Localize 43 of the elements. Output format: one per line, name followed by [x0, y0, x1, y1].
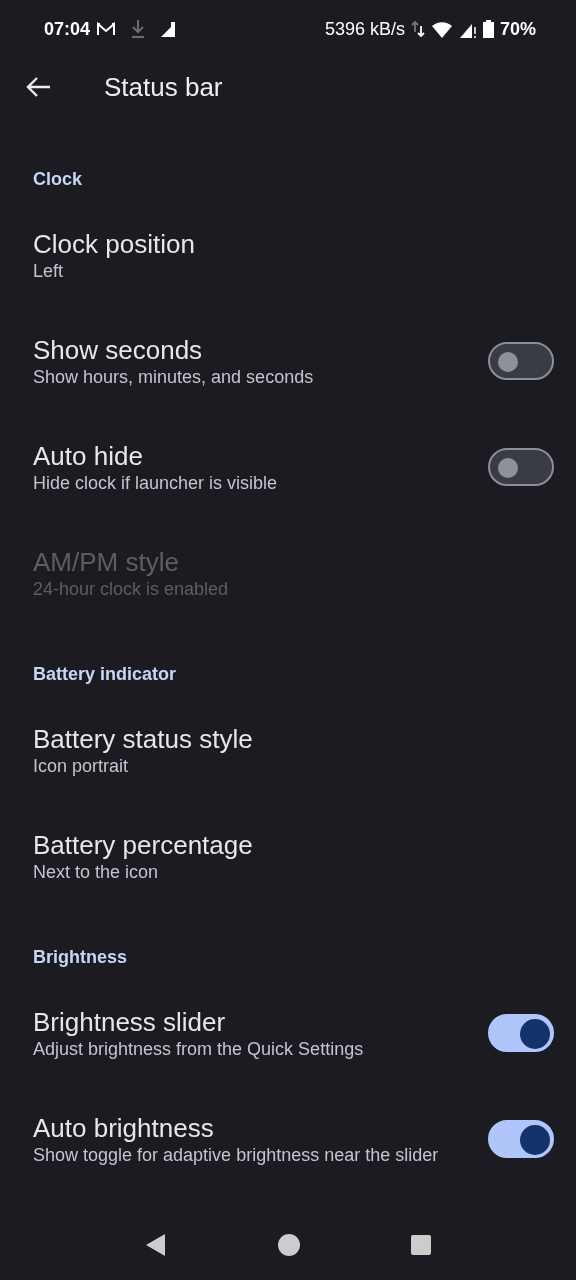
item-title: Show seconds [33, 334, 204, 366]
item-summary: Icon portrait [33, 755, 130, 777]
settings-item[interactable]: Battery percentage Next to the icon [0, 803, 576, 909]
item-summary: Show toggle for adaptive brightness near the slider [33, 1144, 440, 1166]
item-title: Auto brightness [33, 1112, 215, 1144]
home-icon[interactable] [277, 1233, 301, 1257]
settings-item[interactable]: Brightness slider Adjust brightness from the Quick Settings [0, 980, 576, 1086]
toggle-switch[interactable] [488, 342, 554, 380]
item-summary: 24-hour clock is enabled [33, 578, 230, 600]
settings-item[interactable]: Show seconds Show hours, minutes, and seconds [0, 308, 576, 414]
section-header: Clock [32, 168, 84, 191]
battery-icon [482, 20, 494, 38]
battery-percentage: 70% [499, 18, 536, 40]
network-speed: 5396 kB/s [324, 18, 405, 40]
toggle-switch[interactable] [488, 1014, 554, 1052]
item-summary: Next to the icon [33, 861, 160, 883]
section-header: Brightness [32, 946, 129, 969]
settings-item[interactable]: Battery status style Icon portrait [0, 697, 576, 803]
settings-item[interactable]: Auto brightness Show toggle for adaptive brightness near the slider [0, 1086, 576, 1192]
back-arrow-icon[interactable] [26, 76, 52, 98]
section-header: Battery indicator [32, 663, 178, 686]
toggle-switch[interactable] [488, 448, 554, 486]
item-title: Clock position [33, 228, 196, 260]
page-title: Status bar [104, 71, 223, 103]
signal-icon [160, 20, 177, 38]
clock-time: 07:04 [44, 18, 91, 40]
item-summary: Show hours, minutes, and seconds [33, 366, 315, 388]
wifi-icon [430, 20, 453, 38]
settings-item[interactable]: Auto hide Hide clock if launcher is visible [0, 414, 576, 520]
toggle-switch[interactable] [488, 1120, 554, 1158]
back-icon[interactable] [145, 1233, 167, 1257]
item-title: Brightness slider [33, 1006, 227, 1038]
data-arrows-icon [410, 20, 425, 38]
item-summary: Left [33, 260, 65, 282]
download-icon [130, 19, 147, 39]
item-title: Battery percentage [33, 829, 254, 861]
item-summary: Adjust brightness from the Quick Settings [33, 1038, 365, 1060]
item-title: AM/PM style [33, 546, 180, 578]
item-summary: Hide clock if launcher is visible [33, 472, 279, 494]
item-title: Battery status style [33, 723, 254, 755]
settings-item[interactable]: Clock position Left [0, 202, 576, 308]
item-title: Auto hide [33, 440, 144, 472]
mail-icon [96, 21, 117, 37]
